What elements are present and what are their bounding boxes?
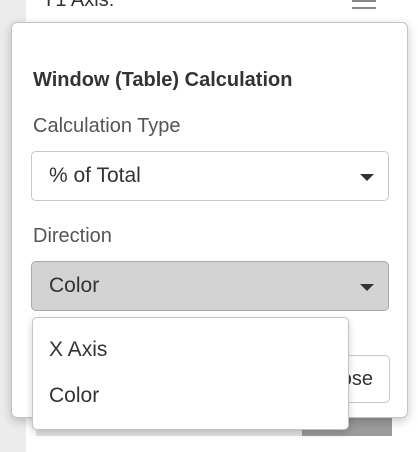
screen: Y1 Axis: Window (Table) Calculation Calc… xyxy=(0,0,418,452)
calculation-type-label: Calculation Type xyxy=(33,115,181,137)
caret-down-icon xyxy=(360,174,374,181)
direction-dropdown-list: X Axis Color xyxy=(32,317,349,430)
direction-option-x-axis[interactable]: X Axis xyxy=(49,338,107,362)
caret-down-icon xyxy=(360,284,374,291)
calculation-type-value: % of Total xyxy=(49,164,141,187)
calculation-type-select[interactable]: % of Total xyxy=(31,151,389,201)
background-axis-label: Y1 Axis: xyxy=(42,0,115,11)
popover-title: Window (Table) Calculation xyxy=(33,69,293,91)
direction-label: Direction xyxy=(33,225,112,247)
hamburger-icon[interactable] xyxy=(352,0,376,9)
direction-value: Color xyxy=(49,274,100,297)
direction-select[interactable]: Color xyxy=(31,261,389,311)
direction-option-color[interactable]: Color xyxy=(49,384,99,408)
